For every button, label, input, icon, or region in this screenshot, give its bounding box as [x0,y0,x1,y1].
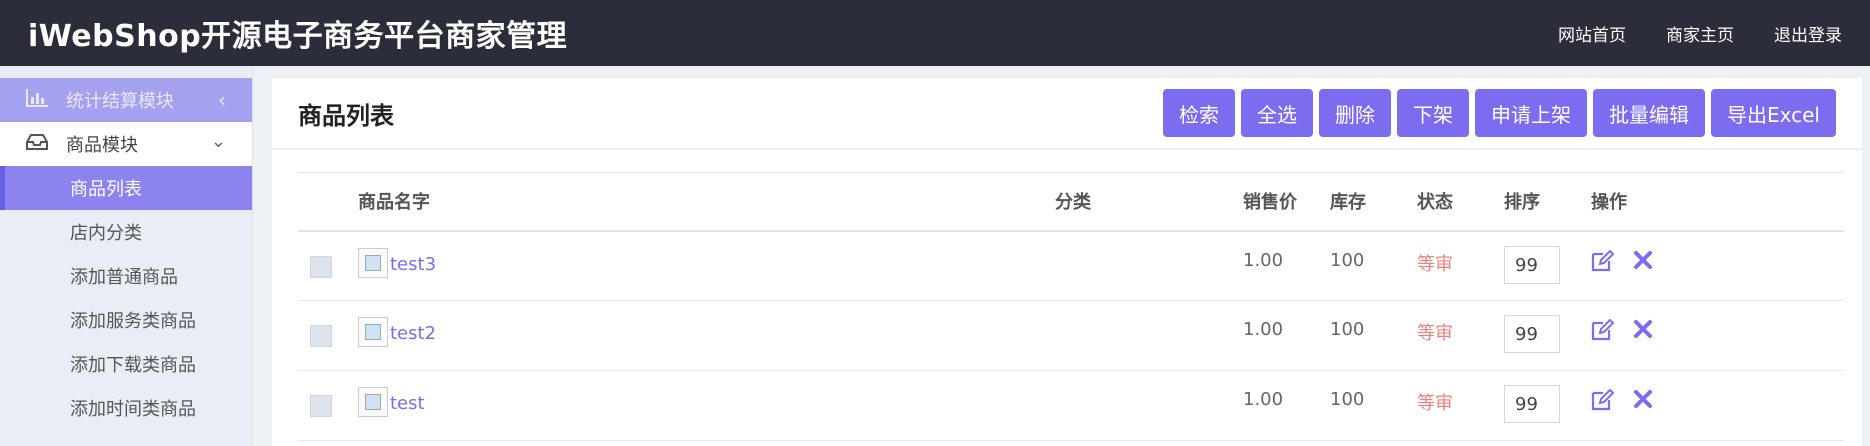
goods-image [358,247,388,278]
sidebar-item-stats-module[interactable]: 统计结算模块 ‹ [0,78,252,122]
delete-icon[interactable] [1633,319,1653,341]
page-title: 商品列表 [298,101,394,130]
top-bar: iWebShop开源电子商务平台商家管理 网站首页 商家主页 退出登录 [0,0,1870,66]
goods-category [1055,371,1243,441]
row-checkbox[interactable] [310,325,332,347]
col-header-price: 销售价 [1243,192,1297,214]
goods-name-link[interactable]: test3 [390,254,436,275]
goods-stock: 100 [1330,249,1365,271]
col-header-category: 分类 [1055,192,1091,214]
col-header-stock: 库存 [1330,192,1366,214]
edit-icon[interactable] [1591,389,1615,411]
status-badge: 等审 [1417,393,1453,414]
goods-category [1055,301,1243,371]
goods-name-link[interactable]: test2 [390,323,436,344]
edit-icon[interactable] [1591,319,1615,341]
row-checkbox[interactable] [310,395,332,417]
sidebar-item-add-normal-goods[interactable]: 添加普通商品 [0,254,252,298]
table-row: test3 1.00 100 等审 99 [298,231,1844,301]
sidebar-item-add-time-goods[interactable]: 添加时间类商品 [0,386,252,430]
inbox-icon [26,133,48,156]
chevron-down-icon: ⌄ [210,131,226,152]
goods-image [358,387,388,417]
chevron-left-icon: ‹ [218,88,226,112]
table-row: test 1.00 100 等审 99 [298,371,1844,441]
sidebar-item-add-download-goods[interactable]: 添加下载类商品 [0,342,252,386]
status-badge: 等审 [1417,323,1453,344]
col-header-actions: 操作 [1591,192,1627,214]
nav-seller-home-link[interactable]: 商家主页 [1666,21,1734,46]
goods-price: 1.00 [1243,249,1284,271]
apply-shelve-button[interactable]: 申请上架 [1475,89,1588,137]
goods-stock: 100 [1330,319,1365,340]
sidebar: 统计结算模块 ‹ 商品模块 ⌄ 商品列表 店内分类 添加普通商品 添加服务类商品… [0,66,253,446]
sidebar-item-store-category[interactable]: 店内分类 [0,210,252,254]
col-checkbox-header [298,173,358,231]
batch-edit-button[interactable]: 批量编辑 [1593,89,1706,137]
select-all-button[interactable]: 全选 [1241,89,1314,137]
delete-icon[interactable] [1633,389,1653,411]
main-panel: 商品列表 检索 全选 删除 下架 申请上架 批量编辑 导出Excel 商品名字 … [272,78,1862,446]
sidebar-item-label: 统计结算模块 [66,91,174,112]
sidebar-item-add-service-goods[interactable]: 添加服务类商品 [0,298,252,342]
edit-icon[interactable] [1591,249,1615,272]
col-header-name: 商品名字 [358,192,430,214]
nav-logout-link[interactable]: 退出登录 [1774,21,1842,46]
goods-price: 1.00 [1243,389,1284,410]
goods-table: 商品名字 分类 销售价 库存 状态 排序 操作 test3 1.00 100 等… [298,172,1844,441]
table-header-row: 商品名字 分类 销售价 库存 状态 排序 操作 [298,172,1844,231]
nav-site-home-link[interactable]: 网站首页 [1558,21,1626,46]
goods-image [358,317,388,347]
goods-stock: 100 [1330,389,1365,410]
row-checkbox[interactable] [310,255,332,278]
goods-price: 1.00 [1243,319,1284,340]
panel-header: 商品列表 检索 全选 删除 下架 申请上架 批量编辑 导出Excel [272,78,1862,150]
col-header-sort: 排序 [1504,192,1540,214]
sidebar-item-label: 商品模块 [66,135,138,156]
brand-title: iWebShop开源电子商务平台商家管理 [28,19,568,54]
delete-button[interactable]: 删除 [1319,89,1392,137]
export-excel-button[interactable]: 导出Excel [1711,89,1836,137]
delete-icon[interactable] [1633,250,1653,272]
sidebar-item-goods-module[interactable]: 商品模块 ⌄ [0,122,252,166]
status-badge: 等审 [1417,253,1453,275]
bar-chart-icon [26,88,48,112]
col-header-status: 状态 [1417,192,1453,214]
unshelve-button[interactable]: 下架 [1397,89,1470,137]
sidebar-item-goods-list[interactable]: 商品列表 [0,166,252,210]
search-button[interactable]: 检索 [1163,89,1236,137]
sort-input[interactable]: 99 [1504,315,1560,353]
sort-input[interactable]: 99 [1504,245,1560,284]
goods-category [1055,231,1243,301]
sort-input[interactable]: 99 [1504,385,1560,423]
table-row: test2 1.00 100 等审 99 [298,301,1844,371]
toolbar: 检索 全选 删除 下架 申请上架 批量编辑 导出Excel [1163,89,1836,137]
top-nav: 网站首页 商家主页 退出登录 [1558,21,1842,46]
goods-name-link[interactable]: test [390,393,425,414]
